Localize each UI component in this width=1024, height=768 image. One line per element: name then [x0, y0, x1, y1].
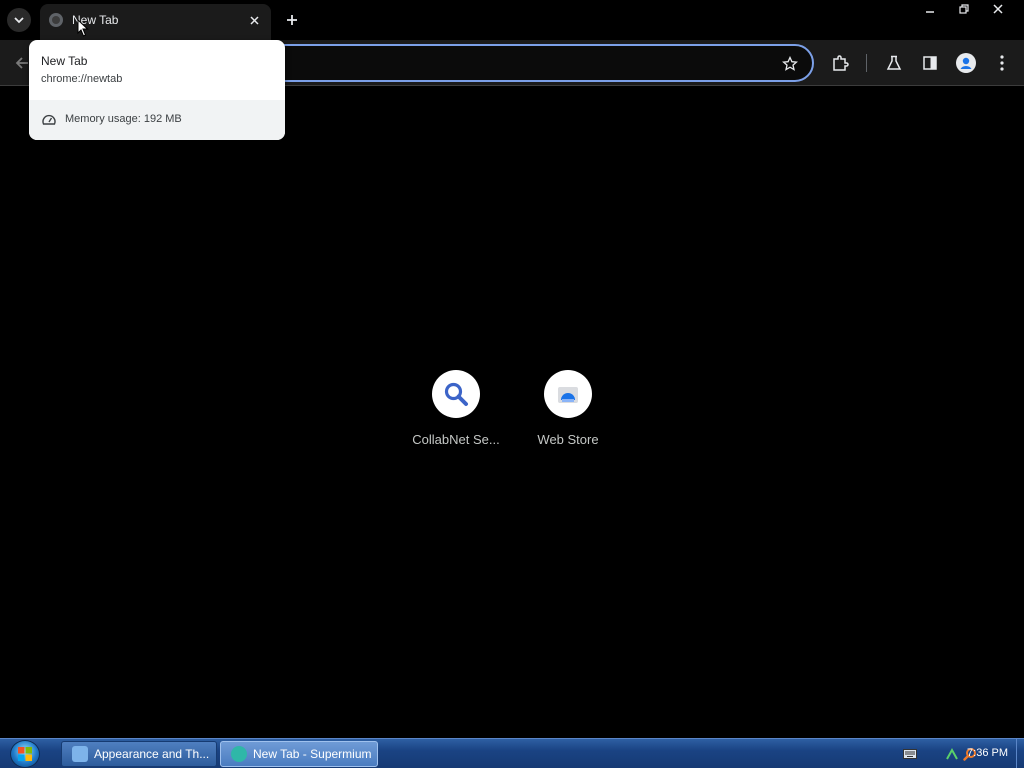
- memory-usage: Memory usage: 192 MB: [65, 113, 182, 125]
- taskbar: Appearance and Th... New Tab - Supermium…: [0, 738, 1024, 768]
- tab-hover-card: New Tab chrome://newtab Memory usage: 19…: [29, 40, 285, 140]
- extensions-button[interactable]: [829, 52, 851, 74]
- keyboard-icon[interactable]: [902, 746, 918, 762]
- hover-card-title: New Tab: [41, 54, 88, 68]
- shortcut-collabnet[interactable]: CollabNet Se...: [400, 370, 512, 460]
- chevron-down-icon: [14, 17, 24, 24]
- plus-icon: [287, 15, 297, 25]
- toolbar-divider: [866, 54, 867, 72]
- more-vert-icon: [1000, 55, 1004, 71]
- shortcut-web-store[interactable]: Web Store: [512, 370, 624, 460]
- flask-icon: [886, 55, 902, 70]
- restore-button[interactable]: [952, 0, 976, 18]
- show-desktop-button[interactable]: [1016, 739, 1024, 768]
- close-window-button[interactable]: [986, 0, 1010, 18]
- shortcut-label: Web Store: [537, 432, 599, 447]
- star-icon: [782, 56, 798, 71]
- shortcut-icon: [544, 370, 592, 418]
- shortcut-icon: [432, 370, 480, 418]
- close-icon: [249, 15, 259, 25]
- puzzle-icon: [833, 55, 849, 71]
- taskbar-button-label: Appearance and Th...: [94, 747, 210, 761]
- bookmark-button[interactable]: [780, 54, 800, 74]
- search-icon: [444, 382, 468, 406]
- windows-logo-icon: [18, 747, 32, 761]
- tab-search-button[interactable]: [7, 8, 31, 32]
- side-panel-icon: [923, 56, 937, 70]
- taskbar-clock[interactable]: 7:36 PM: [967, 747, 1008, 759]
- tab-close-button[interactable]: [245, 11, 263, 29]
- globe-icon: [49, 13, 63, 27]
- shortcut-label: CollabNet Se...: [412, 432, 500, 447]
- web-store-icon: [558, 387, 578, 403]
- profile-button[interactable]: [955, 52, 977, 74]
- taskbar-button-supermium[interactable]: New Tab - Supermium: [220, 741, 378, 767]
- window-controls: [908, 0, 1010, 20]
- arrow-left-icon: [15, 57, 28, 69]
- new-tab-button[interactable]: [280, 8, 304, 32]
- start-button[interactable]: [10, 740, 40, 768]
- side-panel-button[interactable]: [919, 52, 941, 74]
- control-panel-icon: [72, 746, 88, 762]
- tab-new-tab[interactable]: New Tab: [40, 4, 271, 40]
- restore-icon: [959, 4, 969, 14]
- close-icon: [993, 4, 1003, 14]
- system-tray: 7:36 PM: [874, 739, 1024, 768]
- supermium-icon: [231, 746, 247, 762]
- taskbar-button-appearance[interactable]: Appearance and Th...: [61, 741, 217, 767]
- minimize-icon: [926, 11, 934, 13]
- hover-card-footer: Memory usage: 192 MB: [29, 100, 285, 140]
- taskbar-button-label: New Tab - Supermium: [253, 747, 372, 761]
- mouse-cursor-icon: [77, 19, 89, 37]
- labs-button[interactable]: [883, 52, 905, 74]
- gauge-icon: [42, 114, 56, 125]
- screen: New Tab New Tab chrome://newtab Memory u…: [0, 0, 1024, 768]
- minimize-button[interactable]: [918, 0, 942, 18]
- tab-strip: New Tab: [0, 0, 1024, 40]
- menu-button[interactable]: [991, 52, 1013, 74]
- hover-card-url: chrome://newtab: [41, 73, 123, 85]
- network-icon[interactable]: [944, 746, 960, 762]
- avatar-icon: [956, 53, 976, 73]
